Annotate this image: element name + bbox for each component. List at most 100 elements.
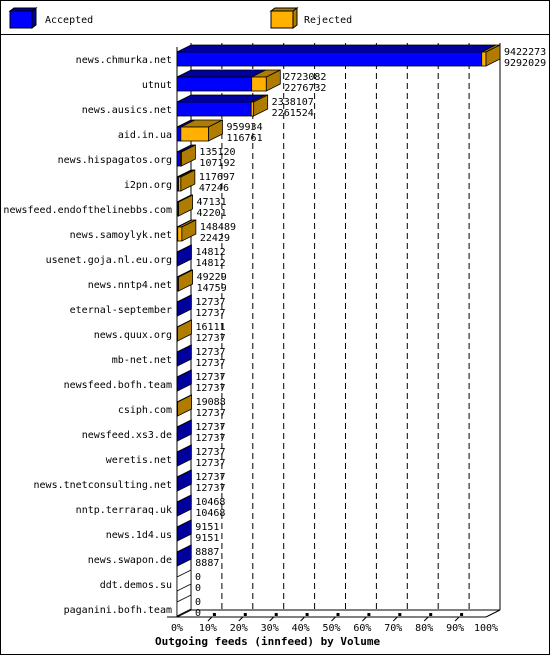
x-tick-mark — [367, 613, 371, 616]
x-tick — [454, 616, 460, 622]
bar-side-face — [180, 169, 196, 192]
value-label-total: 2723082 — [284, 72, 326, 83]
x-tick-label: 90% — [446, 623, 464, 634]
x-tick — [331, 616, 336, 622]
bar-accepted-segment — [176, 126, 182, 142]
value-label-accepted: 116761 — [226, 133, 262, 144]
bar-side-face — [176, 519, 192, 542]
value-label-accepted: 0 — [195, 608, 201, 619]
chart-title: Outgoing feeds (innfeed) by Volume — [155, 635, 381, 648]
bar-csiph.com — [176, 394, 193, 417]
bar-mb-net.net — [176, 344, 192, 367]
value-label-accepted: 12737 — [196, 333, 226, 344]
bar-side-face — [176, 594, 192, 617]
x-tick-mark — [243, 613, 247, 616]
value-label-accepted: 12737 — [196, 408, 226, 419]
value-label-total: 148489 — [200, 222, 236, 233]
category-label: usenet.goja.nl.eu.org — [46, 255, 172, 266]
value-label-accepted: 107192 — [199, 158, 235, 169]
bar-side-face — [176, 569, 192, 592]
bar-side-face — [177, 444, 192, 467]
bar-aid.in.ua — [176, 119, 223, 142]
bar-side-face — [177, 294, 192, 317]
bar-news.samoylyk.net — [176, 219, 197, 242]
value-label-total: 0 — [195, 572, 201, 583]
value-label-total: 49229 — [197, 272, 227, 283]
value-label-accepted: 12737 — [195, 308, 225, 319]
x-tick-label: 0% — [171, 623, 183, 634]
value-label-total: 16111 — [196, 322, 226, 333]
floor-right-edge — [485, 609, 501, 618]
value-label-accepted: 14759 — [197, 283, 227, 294]
bar-accepted-segment — [176, 76, 253, 92]
value-label-total: 12737 — [195, 472, 225, 483]
category-label: news.nntp4.net — [88, 280, 172, 291]
value-label-total: 117697 — [199, 172, 235, 183]
x-tick — [300, 616, 305, 622]
legend-accepted-label: Accepted — [45, 15, 93, 26]
bar-news.nntp4.net — [176, 269, 194, 292]
bar-i2pn.org — [176, 169, 196, 192]
bar-top-accepted — [176, 94, 266, 103]
x-tick-mark — [336, 613, 340, 616]
value-label-accepted: 2261524 — [272, 108, 314, 119]
bar-side-face — [177, 369, 192, 392]
x-tick-label: 100% — [474, 623, 498, 634]
bar-top-accepted — [176, 44, 496, 53]
category-label: weretis.net — [106, 455, 172, 466]
value-label-total: 12737 — [195, 372, 225, 383]
category-label: news.tnetconsulting.net — [34, 480, 172, 491]
bar-news.1d4.us — [176, 519, 192, 542]
bar-top-accepted — [176, 69, 266, 78]
bar-newsfeed.endofthelinebbs.com — [176, 194, 193, 217]
value-label-total: 10468 — [195, 497, 225, 508]
category-label: aid.in.ua — [118, 130, 172, 141]
category-label: utnut — [142, 80, 172, 91]
x-tick-label: 30% — [261, 623, 279, 634]
x-tick-label: 80% — [415, 623, 433, 634]
value-label-accepted: 12737 — [195, 358, 225, 369]
bar-side-face — [177, 394, 193, 417]
legend-rejected-swatch — [269, 7, 299, 29]
category-label: newsfeed.xs3.de — [82, 430, 172, 441]
x-tick — [423, 616, 429, 622]
value-label-total: 8887 — [195, 547, 219, 558]
value-label-accepted: 14812 — [195, 258, 225, 269]
bar-rejected-segment — [251, 76, 267, 92]
value-label-accepted: 9151 — [195, 533, 219, 544]
bar-ddt.demos.su — [176, 569, 192, 592]
category-label: news.hispagatos.org — [58, 155, 172, 166]
x-tick-label: 40% — [292, 623, 310, 634]
x-tick — [392, 616, 398, 622]
value-label-accepted: 12737 — [195, 383, 225, 394]
value-labels: 94222739292029 27230822276732 233810722615… — [195, 47, 546, 619]
category-label: ddt.demos.su — [100, 580, 172, 591]
bar-side-face — [181, 144, 196, 167]
bar-news.swapon.de — [176, 544, 192, 567]
bar-news.hispagatos.org — [176, 144, 196, 167]
value-label-accepted: 9292029 — [504, 58, 546, 69]
bar-usenet.goja.nl.eu.org — [176, 244, 192, 267]
value-label-total: 12737 — [195, 297, 225, 308]
bar-rejected-segment — [177, 226, 183, 242]
x-tick-labels: 0% 10% 20% 30% 40% 50% 60% 70% 80% 90% 100% — [171, 623, 498, 634]
x-tick-mark — [429, 613, 433, 616]
x-tick-label: 10% — [199, 623, 217, 634]
bar-rejected-segment — [180, 126, 209, 142]
x-tick-mark — [274, 613, 278, 616]
bar-paganini.bofh.team — [176, 594, 192, 617]
value-label-accepted: 12737 — [195, 458, 225, 469]
bar-utnut — [176, 69, 281, 92]
category-label: csiph.com — [118, 405, 172, 416]
value-label-accepted: 12737 — [195, 433, 225, 444]
value-label-accepted: 47246 — [199, 183, 229, 194]
category-label: news.samoylyk.net — [70, 230, 172, 241]
category-label: mb-net.net — [112, 355, 172, 366]
legend-accepted-swatch — [8, 7, 38, 29]
chart: Accepted Rejected news.chmurka.netutnutn… — [3, 7, 546, 648]
category-label: nntp.terraraq.uk — [76, 505, 172, 516]
value-label-total: 959934 — [226, 122, 262, 133]
value-label-total: 12737 — [195, 422, 225, 433]
bar-side-face — [177, 469, 192, 492]
x-tick-mark — [460, 613, 464, 616]
